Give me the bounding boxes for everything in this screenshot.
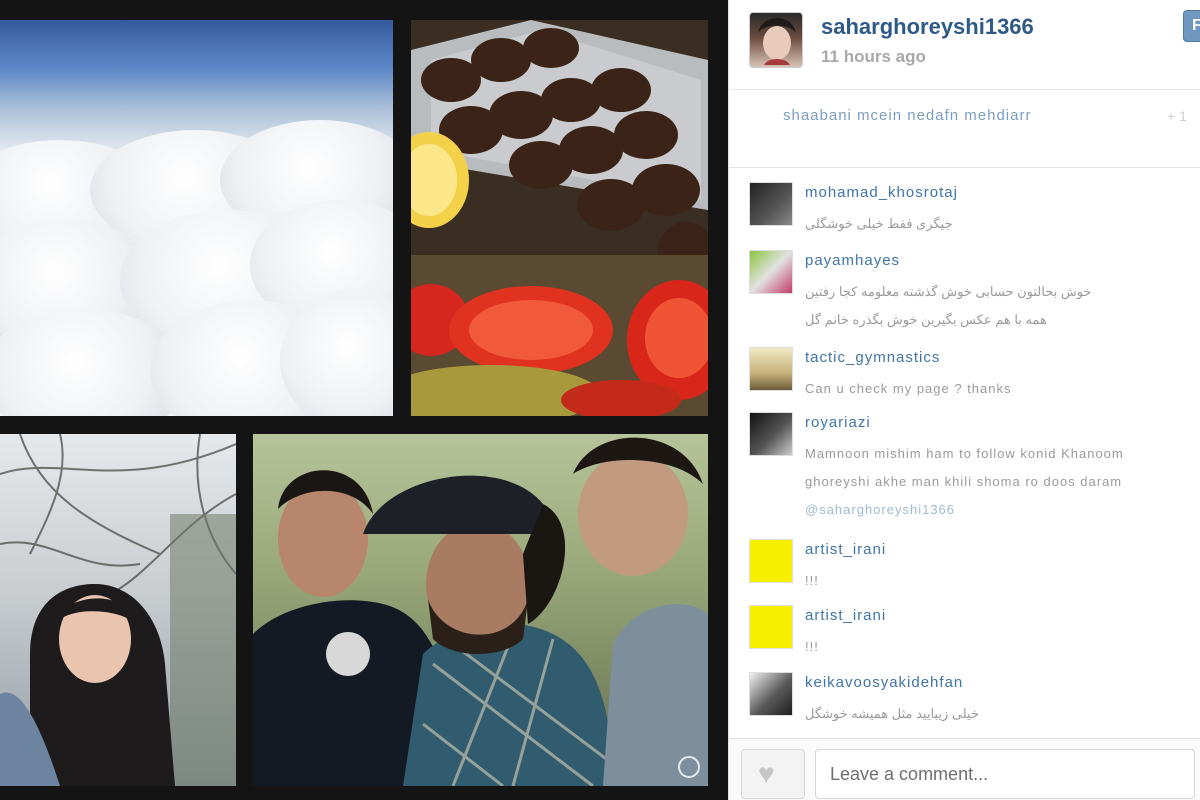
photo-collage[interactable] bbox=[0, 0, 728, 800]
comment-input[interactable] bbox=[815, 749, 1195, 799]
likes-row: shaabani mcein nedafn mehdiarr + 1 bbox=[729, 90, 1200, 168]
comment-text: خوش بحالتون حسابی خوش گذشته معلومه کجا ر… bbox=[805, 278, 1199, 334]
commenter-avatar[interactable] bbox=[749, 412, 793, 456]
friends-photo bbox=[253, 434, 708, 786]
commenter-username[interactable]: royariazi bbox=[805, 414, 871, 431]
commenter-username[interactable]: artist_irani bbox=[805, 541, 886, 558]
clouds-photo bbox=[0, 20, 393, 416]
comment-line: همه با هم عکس بگیرین خوش بگذره خانم گل bbox=[805, 312, 1047, 327]
kebab-photo bbox=[411, 20, 708, 416]
comment-line: ghoreyshi akhe man khili shoma ro doos d… bbox=[805, 474, 1123, 489]
commenter-username[interactable]: payamhayes bbox=[805, 252, 900, 269]
owner-username[interactable]: saharghoreyshi1366 bbox=[821, 14, 1034, 40]
commenter-username[interactable]: tactic_gymnastics bbox=[805, 349, 940, 366]
comment-text: Can u check my page ? thanks bbox=[805, 375, 1199, 403]
commenter-avatar[interactable] bbox=[749, 672, 793, 716]
comment-text: خیلی زیبایید مثل همیشه خوشگل bbox=[805, 700, 1199, 728]
commenter-username[interactable]: mohamad_khosrotaj bbox=[805, 184, 958, 201]
follow-button[interactable]: F bbox=[1183, 10, 1200, 42]
like-button[interactable]: ♥ bbox=[741, 749, 805, 799]
comment-line: !!! bbox=[805, 639, 819, 654]
commenter-avatar[interactable] bbox=[749, 250, 793, 294]
likers-list[interactable]: shaabani mcein nedafn mehdiarr bbox=[783, 107, 1031, 124]
post-sidebar: saharghoreyshi1366 11 hours ago F shaaba… bbox=[728, 0, 1200, 800]
owner-avatar[interactable] bbox=[749, 12, 803, 68]
comment-line: !!! bbox=[805, 573, 819, 588]
commenter-username[interactable]: keikavoosyakidehfan bbox=[805, 674, 963, 691]
comment-line: @saharghoreyshi1366 bbox=[805, 502, 956, 517]
commenter-username[interactable]: artist_irani bbox=[805, 607, 886, 624]
comment-line: Mamnoon mishim ham to follow konid Khano… bbox=[805, 446, 1124, 461]
camera-icon bbox=[678, 756, 700, 778]
post-timestamp: 11 hours ago bbox=[821, 47, 926, 66]
likes-more[interactable]: + 1 bbox=[1167, 108, 1187, 124]
comment-text: Mamnoon mishim ham to follow konid Khano… bbox=[805, 440, 1199, 524]
commenter-avatar[interactable] bbox=[749, 539, 793, 583]
comment-line: جیگری فقط خیلی خوشگلی bbox=[805, 216, 953, 231]
post-header: saharghoreyshi1366 11 hours ago F bbox=[729, 0, 1200, 90]
commenter-avatar[interactable] bbox=[749, 347, 793, 391]
comment-footer: ♥ bbox=[729, 738, 1200, 800]
comment-line: خیلی زیبایید مثل همیشه خوشگل bbox=[805, 706, 979, 721]
heart-icon: ♥ bbox=[758, 758, 775, 789]
woman-photo bbox=[0, 434, 236, 786]
comment-text: جیگری فقط خیلی خوشگلی bbox=[805, 210, 1199, 238]
commenter-avatar[interactable] bbox=[749, 605, 793, 649]
comment-line: خوش بحالتون حسابی خوش گذشته معلومه کجا ر… bbox=[805, 284, 1092, 299]
comment-text: !!! bbox=[805, 633, 1199, 661]
commenter-avatar[interactable] bbox=[749, 182, 793, 226]
comment-text: !!! bbox=[805, 567, 1199, 595]
comment-line: Can u check my page ? thanks bbox=[805, 381, 1012, 396]
